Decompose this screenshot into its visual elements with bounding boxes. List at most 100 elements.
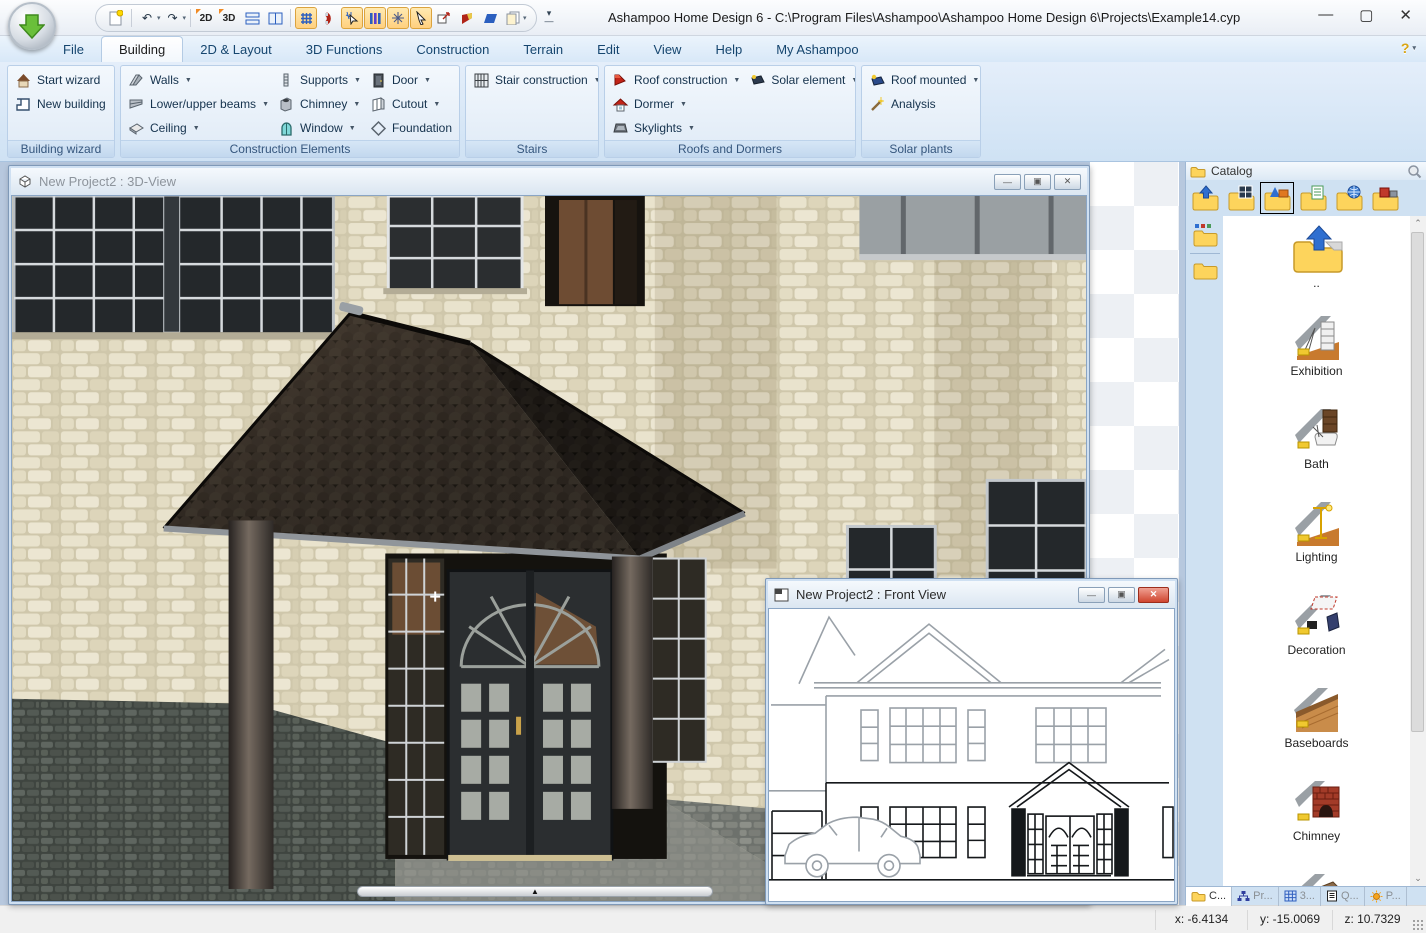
supports-button[interactable]: Supports▼ bbox=[278, 72, 361, 89]
window-button[interactable]: Window▼ bbox=[278, 120, 361, 137]
catalog-tab-project[interactable]: Pr... bbox=[1232, 887, 1279, 906]
maximize-button[interactable]: ▢ bbox=[1359, 6, 1373, 24]
folder-internet-icon[interactable] bbox=[1332, 182, 1366, 214]
catalog-tab-quality[interactable]: Q... bbox=[1321, 887, 1365, 906]
folder-windows-icon[interactable] bbox=[1224, 182, 1258, 214]
view-3d-button[interactable]: 3D bbox=[218, 7, 240, 29]
texture-icon[interactable] bbox=[456, 7, 478, 29]
catalog-item-decoration[interactable]: Decoration bbox=[1287, 593, 1345, 657]
scroll-up-icon[interactable]: ⌃ bbox=[1410, 218, 1426, 229]
tab-help[interactable]: Help bbox=[698, 36, 759, 62]
close-icon[interactable]: ✕ bbox=[1054, 174, 1081, 190]
catalog-tab-3d[interactable]: 3... bbox=[1279, 887, 1321, 906]
catalog-scrollbar[interactable]: ⌃ ⌄ bbox=[1410, 216, 1426, 886]
help-icon[interactable]: ?▾ bbox=[1401, 40, 1416, 56]
walls-button[interactable]: Walls▼ bbox=[128, 72, 269, 89]
window-front-view[interactable]: New Project2 : Front View — ▣ ✕ bbox=[765, 578, 1178, 905]
restore-button[interactable]: ▣ bbox=[1024, 174, 1051, 190]
split-horizontal-icon[interactable] bbox=[241, 7, 263, 29]
floorplan-icon bbox=[15, 96, 32, 113]
application-menu-button[interactable] bbox=[8, 2, 56, 50]
resize-grip[interactable] bbox=[1412, 919, 1424, 931]
catalog-item-lighting[interactable]: Lighting bbox=[1293, 500, 1341, 564]
foundation-button[interactable]: Foundation▼ bbox=[370, 120, 460, 137]
lower-upper-beams-button[interactable]: Lower/upper beams▼ bbox=[128, 96, 269, 113]
folder-up-icon[interactable] bbox=[1188, 182, 1222, 214]
cutout-button[interactable]: Cutout▼ bbox=[370, 96, 460, 113]
close-button[interactable]: ✕ bbox=[1399, 6, 1412, 24]
app-window: Ashampoo Home Design 6 - C:\Program File… bbox=[0, 0, 1426, 933]
search-icon[interactable] bbox=[1407, 164, 1422, 179]
crosshair-icon[interactable] bbox=[387, 7, 409, 29]
ribbon-group-roofs-dormers: Roof construction▼ Dormer▼ Skylights▼ So… bbox=[604, 65, 856, 158]
start-wizard-button[interactable]: Start wizard bbox=[15, 72, 107, 89]
minimize-button[interactable]: — bbox=[994, 174, 1021, 190]
roof-mounted-button[interactable]: Roof mounted▼ bbox=[869, 72, 979, 89]
grid-icon[interactable] bbox=[295, 7, 317, 29]
copy-icon[interactable] bbox=[502, 7, 524, 29]
scrollbar-thumb[interactable] bbox=[1411, 232, 1424, 732]
tab-edit[interactable]: Edit bbox=[580, 36, 636, 62]
3d-view-title-bar[interactable]: New Project2 : 3D-View — ▣ ✕ bbox=[11, 168, 1087, 195]
select-rays-icon[interactable] bbox=[341, 7, 363, 29]
tab-3d-functions[interactable]: 3D Functions bbox=[289, 36, 400, 62]
front-view-title-bar[interactable]: New Project2 : Front View — ▣ ✕ bbox=[768, 581, 1175, 608]
roof-construction-button[interactable]: Roof construction▼ bbox=[612, 72, 740, 89]
guides-icon[interactable] bbox=[364, 7, 386, 29]
parallelogram-icon[interactable] bbox=[479, 7, 501, 29]
restore-button[interactable]: ▣ bbox=[1108, 587, 1135, 603]
close-icon[interactable]: ✕ bbox=[1138, 587, 1169, 603]
folder-objects-icon[interactable] bbox=[1260, 182, 1294, 214]
tab-my-ashampoo[interactable]: My Ashampoo bbox=[759, 36, 875, 62]
catalog-item-exhibition[interactable]: Exhibition bbox=[1290, 314, 1342, 378]
solar-element-button[interactable]: Solar element▼ bbox=[749, 72, 856, 89]
skylights-button[interactable]: Skylights▼ bbox=[612, 120, 740, 137]
customize-toolbar-icon[interactable]: ▾— bbox=[543, 9, 555, 25]
transform-icon[interactable] bbox=[433, 7, 455, 29]
catalog-item-partial[interactable] bbox=[1293, 872, 1341, 886]
folder-media-icon[interactable] bbox=[1368, 182, 1402, 214]
front-view-drawing[interactable] bbox=[768, 608, 1175, 902]
new-document-icon[interactable] bbox=[105, 7, 127, 29]
chimney-button[interactable]: Chimney▼ bbox=[278, 96, 361, 113]
left-column bbox=[229, 520, 274, 889]
tab-2d-layout[interactable]: 2D & Layout bbox=[183, 36, 289, 62]
upper-left-window bbox=[12, 196, 337, 339]
front-view-title: New Project2 : Front View bbox=[796, 587, 946, 602]
minimize-button[interactable]: — bbox=[1078, 587, 1105, 603]
title-bar: Ashampoo Home Design 6 - C:\Program File… bbox=[0, 0, 1426, 36]
catalog-item-up[interactable]: .. bbox=[1290, 224, 1344, 290]
walk-slider[interactable]: ▲ bbox=[357, 886, 713, 897]
tab-terrain[interactable]: Terrain bbox=[506, 36, 580, 62]
stair-construction-button[interactable]: Stair construction▼ bbox=[473, 72, 599, 89]
folder-groups-icon[interactable] bbox=[1192, 223, 1218, 247]
walls-icon bbox=[128, 72, 145, 89]
redo-icon[interactable]: ↷ bbox=[162, 7, 184, 29]
catalog-item-chimney[interactable]: Chimney bbox=[1293, 779, 1341, 843]
dormer-button[interactable]: Dormer▼ bbox=[612, 96, 740, 113]
window-icon bbox=[278, 120, 295, 137]
ceiling-button[interactable]: Ceiling▼ bbox=[128, 120, 269, 137]
magnet-icon[interactable] bbox=[318, 7, 340, 29]
group-caption: Construction Elements bbox=[121, 140, 459, 158]
catalog-item-baseboards[interactable]: Baseboards bbox=[1284, 686, 1348, 750]
door-button[interactable]: Door▼ bbox=[370, 72, 460, 89]
tab-building[interactable]: Building bbox=[101, 36, 183, 62]
split-vertical-icon[interactable] bbox=[264, 7, 286, 29]
chimney-thumbnail bbox=[1293, 779, 1341, 827]
new-building-button[interactable]: New building bbox=[15, 96, 107, 113]
analysis-button[interactable]: Analysis bbox=[869, 96, 979, 113]
tab-file[interactable]: File bbox=[46, 36, 101, 62]
cursor-icon[interactable] bbox=[410, 7, 432, 29]
catalog-tab-plants[interactable]: P... bbox=[1365, 887, 1407, 906]
undo-icon[interactable]: ↶ bbox=[136, 7, 158, 29]
view-2d-button[interactable]: 2D bbox=[195, 7, 217, 29]
folder-materials-icon[interactable] bbox=[1296, 182, 1330, 214]
minimize-button[interactable]: — bbox=[1318, 6, 1333, 24]
tab-construction[interactable]: Construction bbox=[399, 36, 506, 62]
tab-view[interactable]: View bbox=[637, 36, 699, 62]
scroll-down-icon[interactable]: ⌄ bbox=[1410, 873, 1426, 884]
folder-icon[interactable] bbox=[1192, 260, 1218, 280]
catalog-tab-catalog[interactable]: C... bbox=[1186, 887, 1232, 906]
catalog-item-bath[interactable]: Bath bbox=[1293, 407, 1341, 471]
